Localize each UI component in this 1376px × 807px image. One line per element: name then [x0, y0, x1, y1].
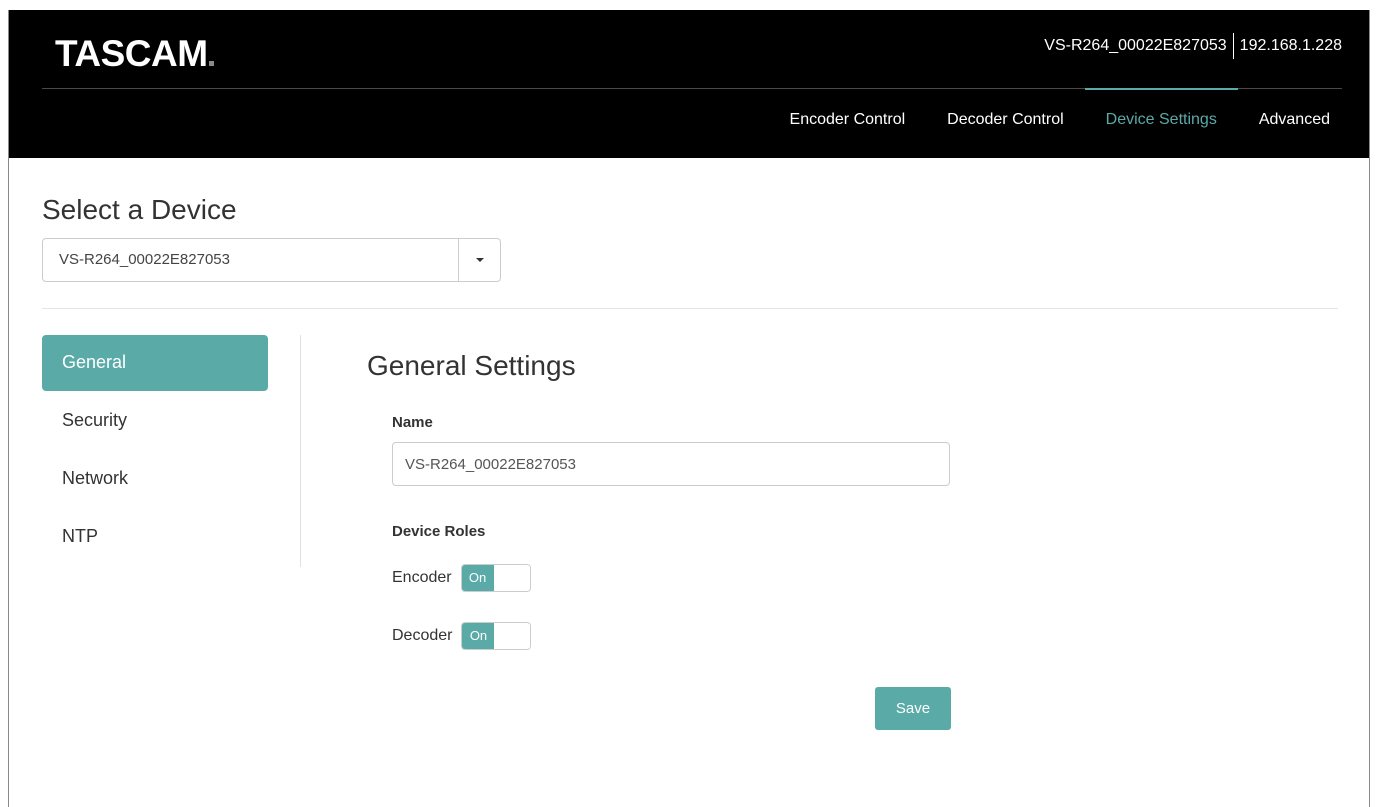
encoder-toggle-off-area [493, 565, 530, 591]
caret-down-icon [475, 258, 484, 262]
logo-dot [208, 61, 214, 66]
decoder-toggle[interactable]: On [461, 622, 532, 650]
encoder-role-label: Encoder [392, 569, 452, 586]
device-select-value[interactable]: VS-R264_00022E827053 [43, 239, 458, 281]
header-device-name: VS-R264_00022E827053 [1044, 37, 1227, 54]
name-input[interactable] [392, 442, 950, 486]
general-settings-title: General Settings [367, 350, 576, 381]
logo-text: TASCAM [55, 33, 208, 74]
header-separator [1232, 33, 1234, 59]
device-roles-label: Device Roles [392, 523, 486, 540]
device-select-dropdown[interactable]: VS-R264_00022E827053 [42, 238, 501, 282]
nav-device-settings[interactable]: Device Settings [1084, 88, 1239, 158]
decoder-role-row: Decoder On [392, 622, 532, 650]
encoder-toggle-state: On [461, 565, 494, 591]
sidebar-item-network[interactable]: Network [42, 451, 268, 507]
decoder-toggle-state: On [462, 623, 495, 649]
top-bar: TASCAM VS-R264_00022E827053 192.168.1.22… [9, 10, 1369, 158]
encoder-toggle[interactable]: On [460, 564, 531, 592]
device-info: VS-R264_00022E827053 192.168.1.228 [1044, 33, 1342, 59]
app-frame: TASCAM VS-R264_00022E827053 192.168.1.22… [8, 10, 1370, 807]
nav-advanced[interactable]: Advanced [1238, 88, 1351, 158]
decoder-toggle-off-area [494, 623, 531, 649]
select-device-title: Select a Device [42, 194, 237, 225]
sidebar-divider [300, 335, 301, 567]
sidebar-item-general[interactable]: General [42, 335, 268, 391]
settings-sidebar: General Security Network NTP [42, 335, 268, 567]
name-label: Name [392, 414, 433, 431]
sidebar-item-security[interactable]: Security [42, 393, 268, 449]
decoder-role-label: Decoder [392, 627, 453, 644]
nav-encoder-control[interactable]: Encoder Control [769, 88, 927, 158]
main-nav: Encoder Control Decoder Control Device S… [769, 88, 1351, 158]
section-divider [42, 308, 1338, 309]
save-button[interactable]: Save [875, 687, 951, 730]
encoder-role-row: Encoder On [392, 564, 531, 592]
tascam-logo: TASCAM [55, 33, 214, 75]
header-ip-address: 192.168.1.228 [1239, 37, 1342, 54]
nav-decoder-control[interactable]: Decoder Control [926, 88, 1085, 158]
sidebar-item-ntp[interactable]: NTP [42, 509, 268, 565]
device-select-toggle[interactable] [458, 239, 500, 281]
